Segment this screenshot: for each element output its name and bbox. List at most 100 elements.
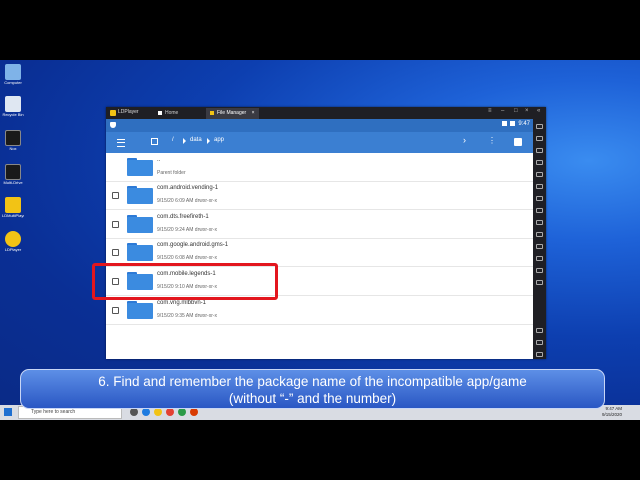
row-checkbox[interactable] bbox=[112, 192, 119, 199]
folder-icon bbox=[127, 215, 153, 233]
desktop-icon-nox[interactable]: Nox bbox=[2, 130, 24, 151]
chrome-icon[interactable] bbox=[166, 408, 174, 416]
desktop-icon-recycle-bin[interactable]: Recycle Bin bbox=[2, 96, 24, 117]
file-meta: 9/15/20 6:09 AM drwxr-xr-x bbox=[157, 198, 218, 204]
breadcrumb-data[interactable]: data bbox=[190, 137, 202, 143]
letterbox bbox=[0, 420, 640, 480]
more-icon[interactable] bbox=[536, 280, 543, 285]
file-manager-toolbar: / data app › ⋮ bbox=[106, 132, 533, 153]
task-view-icon[interactable] bbox=[130, 408, 138, 416]
folder-icon bbox=[127, 301, 153, 319]
file-name: com.dts.freefireth-1 bbox=[157, 214, 209, 220]
shared-folder-icon[interactable] bbox=[536, 244, 543, 249]
breadcrumb-root[interactable]: / bbox=[172, 137, 174, 143]
instruction-caption: 6. Find and remember the package name of… bbox=[20, 369, 605, 409]
tab-home[interactable]: Home bbox=[154, 108, 182, 119]
rotate-icon[interactable] bbox=[536, 184, 543, 189]
breadcrumb-app[interactable]: app bbox=[214, 137, 224, 143]
fullscreen-icon[interactable] bbox=[536, 172, 543, 177]
location-icon[interactable] bbox=[536, 256, 543, 261]
desktop-icon-ldplayer[interactable]: LDPlayer bbox=[2, 231, 24, 252]
hamburger-menu-icon[interactable] bbox=[117, 139, 125, 147]
mouse-cursor-icon bbox=[225, 281, 229, 287]
multi-drive-icon bbox=[5, 164, 21, 180]
shield-icon bbox=[110, 122, 116, 128]
row-checkbox[interactable] bbox=[112, 221, 119, 228]
list-item-parent-folder[interactable]: .. Parent folder bbox=[106, 153, 533, 182]
wifi-icon bbox=[502, 121, 508, 126]
file-explorer-icon[interactable] bbox=[154, 408, 162, 416]
desktop: Computer Recycle Bin Nox Multi-Drive LDM… bbox=[0, 60, 640, 420]
list-item[interactable]: com.vng.mlbbvn-1 9/15/20 9:35 AM drwxr-x… bbox=[106, 296, 533, 325]
breadcrumb-arrow-icon bbox=[183, 138, 186, 144]
breadcrumb-arrow-icon bbox=[207, 138, 210, 144]
app-icon[interactable] bbox=[190, 408, 198, 416]
more-options-icon[interactable]: ⋮ bbox=[488, 136, 496, 145]
computer-icon bbox=[5, 64, 21, 80]
ldplayer-icon bbox=[5, 231, 21, 247]
emulator-window: LDPlayer Home File Manager × ≡ – □ × « 9… bbox=[106, 107, 546, 359]
desktop-icon-multi-drive[interactable]: Multi-Drive bbox=[2, 164, 24, 185]
caption-line-2: (without “-” and the number) bbox=[228, 391, 397, 406]
row-checkbox[interactable] bbox=[112, 249, 119, 256]
scissors-icon[interactable] bbox=[536, 220, 543, 225]
file-meta: 9/15/20 9:24 AM drwxr-xr-x bbox=[157, 227, 218, 233]
collapse-sidebar-icon[interactable]: « bbox=[537, 108, 540, 114]
file-name: com.google.android.gms-1 bbox=[157, 242, 229, 248]
status-right: 9:47 bbox=[502, 121, 530, 127]
windows-start-icon[interactable] bbox=[4, 408, 12, 416]
maximize-icon[interactable]: □ bbox=[514, 108, 518, 114]
battery-icon bbox=[510, 121, 516, 126]
list-item[interactable]: com.dts.freefireth-1 9/15/20 9:24 AM drw… bbox=[106, 210, 533, 239]
close-tab-icon[interactable]: × bbox=[252, 110, 255, 116]
emulator-app-name: LDPlayer bbox=[118, 109, 139, 115]
desktop-icon-computer[interactable]: Computer bbox=[2, 64, 24, 85]
tab-file-manager-label: File Manager bbox=[217, 110, 247, 116]
nox-icon bbox=[5, 130, 21, 146]
file-meta: 9/15/20 9:35 AM drwxr-xr-x bbox=[157, 313, 218, 319]
settings-icon[interactable] bbox=[536, 124, 543, 129]
menu-icon[interactable]: ≡ bbox=[488, 108, 492, 114]
edge-icon[interactable] bbox=[142, 408, 150, 416]
list-item[interactable]: com.android.vending-1 9/15/20 6:09 AM dr… bbox=[106, 181, 533, 210]
desktop-icon-label: LDMultiPlayer bbox=[2, 213, 24, 218]
shake-icon[interactable] bbox=[536, 268, 543, 273]
clock-date: 9/15/2020 bbox=[602, 412, 623, 417]
screenshot-icon[interactable] bbox=[536, 196, 543, 201]
home-button-icon[interactable] bbox=[536, 340, 543, 345]
minimize-icon[interactable]: – bbox=[501, 108, 504, 114]
chevron-right-icon[interactable]: › bbox=[463, 135, 466, 145]
back-icon[interactable] bbox=[536, 328, 543, 333]
close-icon[interactable]: × bbox=[525, 108, 529, 114]
highlight-box bbox=[92, 263, 278, 300]
ldmultiplayer-icon bbox=[5, 197, 21, 213]
lock-icon[interactable] bbox=[151, 138, 158, 145]
file-name: com.vng.mlbbvn-1 bbox=[157, 300, 207, 306]
android-status-bar: 9:47 bbox=[106, 119, 533, 132]
volume-up-icon[interactable] bbox=[536, 148, 543, 153]
row-checkbox[interactable] bbox=[112, 307, 119, 314]
taskbar-clock[interactable]: 9:47 AM 9/15/2020 bbox=[602, 406, 622, 418]
tab-home-label: Home bbox=[165, 110, 179, 116]
record-icon[interactable] bbox=[536, 208, 543, 213]
app-icon[interactable] bbox=[178, 408, 186, 416]
keyboard-icon[interactable] bbox=[536, 136, 543, 141]
file-name: .. bbox=[157, 157, 161, 163]
search-icon[interactable] bbox=[514, 138, 522, 146]
desktop-icon-label: Computer bbox=[4, 80, 22, 85]
home-icon bbox=[158, 110, 162, 115]
apk-install-icon[interactable] bbox=[536, 232, 543, 237]
file-meta: Parent folder bbox=[157, 170, 186, 176]
caption-line-1: 6. Find and remember the package name of… bbox=[98, 374, 527, 389]
status-time: 9:47 bbox=[518, 121, 530, 128]
tab-file-manager[interactable]: File Manager × bbox=[206, 108, 259, 119]
volume-down-icon[interactable] bbox=[536, 160, 543, 165]
desktop-icon-label: LDPlayer bbox=[4, 247, 22, 252]
file-manager-icon bbox=[210, 110, 214, 115]
ldplayer-logo-icon bbox=[110, 110, 116, 116]
recent-apps-icon[interactable] bbox=[536, 352, 543, 357]
file-meta: 9/15/20 6:08 AM drwxr-xr-x bbox=[157, 255, 218, 261]
folder-icon bbox=[127, 158, 153, 176]
file-name: com.android.vending-1 bbox=[157, 185, 219, 191]
desktop-icon-ldmultiplayer[interactable]: LDMultiPlayer bbox=[2, 197, 24, 218]
